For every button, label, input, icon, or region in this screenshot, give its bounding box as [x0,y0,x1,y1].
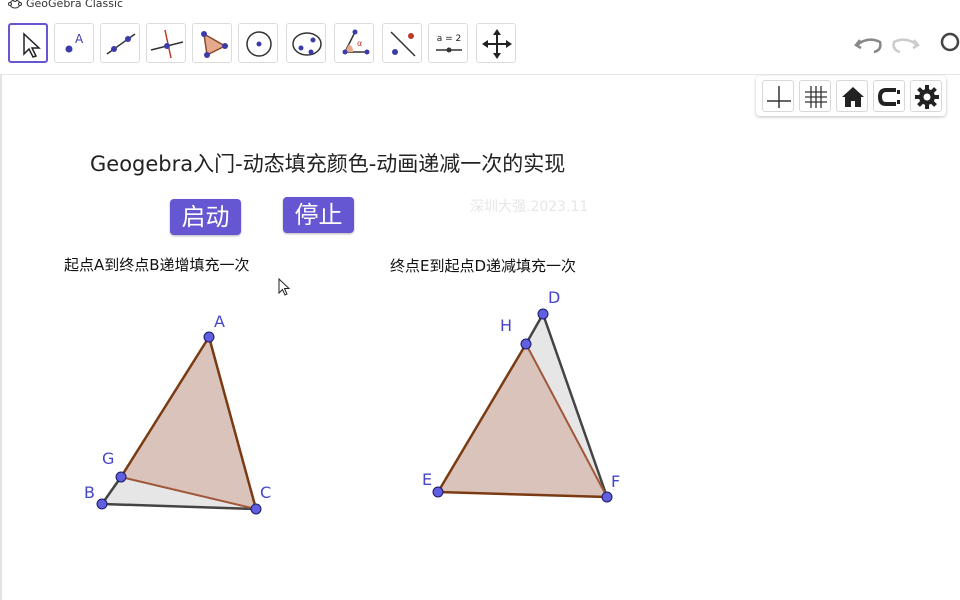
point-c[interactable] [250,503,262,515]
label-a: A [214,312,225,331]
point-a[interactable] [203,331,215,343]
mouse-pointer-icon [278,277,292,302]
label-b: B [84,483,95,502]
label-f: F [611,472,620,491]
point-b[interactable] [96,498,108,510]
point-f[interactable] [601,491,613,503]
label-e: E [422,470,432,489]
point-d[interactable] [537,308,549,320]
label-c: C [260,483,271,502]
label-d: D [548,288,560,307]
geometry-canvas: A B C G D E F H [84,288,620,515]
label-g: G [102,449,114,468]
polygon-hef-fill [438,344,607,497]
point-g[interactable] [115,471,127,483]
point-h[interactable] [520,338,532,350]
label-h: H [500,316,512,335]
point-e[interactable] [432,486,444,498]
